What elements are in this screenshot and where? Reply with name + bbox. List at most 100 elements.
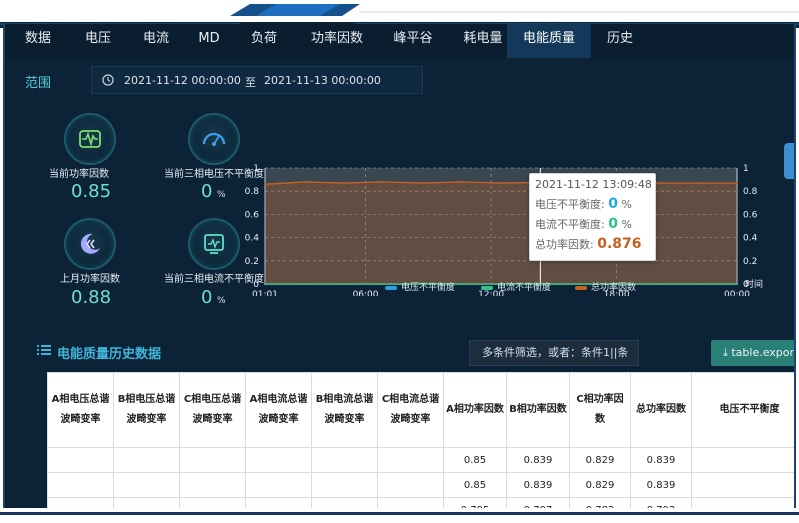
data-point <box>421 182 424 185</box>
data-point <box>657 182 660 185</box>
data-point <box>736 182 738 185</box>
tooltip-time: 2021-11-12 13:09:48 <box>535 178 652 191</box>
column-header[interactable]: B相电流总谐波畸变率 <box>311 372 378 448</box>
data-point <box>500 182 502 185</box>
metric-value-last-month-pf: 0.88 <box>71 287 112 308</box>
tooltip-label: 电压不平衡度: <box>535 198 605 211</box>
tooltip-label: 电流不平衡度: <box>535 218 605 231</box>
nav-item-power-quality[interactable]: 电能质量 <box>507 24 591 58</box>
table-cell <box>311 472 378 498</box>
x-tick-label: 00:00 <box>724 290 750 296</box>
nav-item-load[interactable]: 负荷 <box>241 24 287 58</box>
column-header[interactable]: A相电流总谐波畸变率 <box>245 372 312 448</box>
x-tick-label: 01:01 <box>252 290 278 296</box>
data-point <box>303 180 306 183</box>
y-tick-label-right: 0.6 <box>743 210 758 220</box>
range-separator: 至 <box>245 76 256 89</box>
date-range-picker[interactable]: 2021-11-12 00:00:00 至 2021-11-13 00:00:0… <box>91 66 423 94</box>
list-icon <box>37 345 51 355</box>
tooltip-row-voltage: 电压不平衡度: 0 % <box>535 196 632 212</box>
range-end: 2021-11-13 00:00:00 <box>264 74 381 87</box>
metric-icon-current-pf <box>64 113 116 165</box>
tooltip-label: 总功率因数: <box>535 238 594 251</box>
legend-item-voltage-unbalance[interactable]: 电压不平衡度 <box>385 280 455 293</box>
app-frame: 数据 电压 电流 MD 负荷 功率因数 峰平谷 耗电量 电能质量 历史 范围 2… <box>3 24 796 523</box>
table-row[interactable]: 0.85 0.839 0.829 0.839 <box>47 472 794 498</box>
x-tick-label: 06:00 <box>353 290 379 296</box>
tooltip-row-current: 电流不平衡度: 0 % <box>535 216 632 232</box>
filter-input[interactable]: 多条件筛选，或者：条件1||条 <box>469 340 639 366</box>
monitor-icon <box>204 234 224 254</box>
metric-icon-last-month-pf <box>64 218 116 270</box>
nav-item-md[interactable]: MD <box>189 24 229 58</box>
metric-label-last-month-pf: 上月功率因数 <box>60 274 120 285</box>
table-cell: 0.839 <box>630 472 692 498</box>
nav-item-history[interactable]: 历史 <box>597 24 643 58</box>
table-cell: 0.839 <box>506 472 570 498</box>
table-header-row: A相电压总谐波畸变率 B相电压总谐波畸变率 C相电压总谐波畸变率 A相电流总谐波… <box>47 372 794 448</box>
tooltip-value: 0.876 <box>597 236 642 252</box>
column-header[interactable]: B相电压总谐波畸变率 <box>113 372 180 448</box>
chart-tooltip: 2021-11-12 13:09:48 电压不平衡度: 0 % 电流不平衡度: … <box>529 173 656 261</box>
series-area-total-pf <box>265 181 737 284</box>
table-cell <box>47 472 114 498</box>
history-table: A相电压总谐波畸变率 B相电压总谐波畸变率 C相电压总谐波畸变率 A相电流总谐波… <box>47 372 794 523</box>
nav-item-data[interactable]: 数据 <box>15 24 61 58</box>
column-header[interactable]: 电压不平衡度 <box>691 372 794 448</box>
table-cell: 0.839 <box>630 447 692 473</box>
metric-unit-current-unbalance: % <box>217 296 226 306</box>
table-cell <box>377 472 444 498</box>
table-cell <box>245 472 312 498</box>
tooltip-unit: % <box>621 198 632 211</box>
table-cell <box>377 447 444 473</box>
nav-item-voltage[interactable]: 电压 <box>75 24 121 58</box>
data-point <box>264 183 266 186</box>
side-drawer-tab[interactable] <box>784 143 794 179</box>
metric-value-voltage-unbalance: 0 <box>201 181 213 202</box>
export-label: table.export <box>731 346 796 359</box>
column-header[interactable]: 总功率因数 <box>630 372 692 448</box>
nav-item-consumption[interactable]: 耗电量 <box>451 24 515 58</box>
y-tick-label-right: 0.2 <box>743 257 757 267</box>
legend-label: 电压不平衡度 <box>401 283 456 293</box>
page-bottom <box>0 508 799 523</box>
bottom-decoration <box>0 512 799 515</box>
nav-item-peak-valley[interactable]: 峰平谷 <box>381 24 445 58</box>
range-start: 2021-11-12 00:00:00 <box>124 74 241 87</box>
column-header[interactable]: A相功率因数 <box>443 372 507 448</box>
metric-value-current-unbalance: 0 <box>201 287 213 308</box>
tooltip-value: 0 <box>608 196 618 212</box>
data-point <box>342 182 345 185</box>
data-point <box>696 182 699 185</box>
table-cell <box>311 447 378 473</box>
table-cell <box>179 447 246 473</box>
history-title: 电能质量历史数据 <box>57 347 162 362</box>
metric-icon-voltage-unbalance <box>188 113 240 165</box>
table-cell: 0.829 <box>569 447 631 473</box>
legend-item-total-pf[interactable]: 总功率因数 <box>575 280 636 293</box>
y-tick-label-right: 0.8 <box>743 187 758 197</box>
column-header[interactable]: C相电压总谐波畸变率 <box>179 372 246 448</box>
tooltip-unit: % <box>621 218 632 231</box>
metric-label-current-pf: 当前功率因数 <box>49 169 109 180</box>
legend-swatch <box>575 285 587 290</box>
table-cell: 0.829 <box>569 472 631 498</box>
table-row[interactable]: 0.85 0.839 0.829 0.839 <box>47 447 794 473</box>
legend-item-current-unbalance[interactable]: 电流不平衡度 <box>481 280 551 293</box>
column-header[interactable]: A相电压总谐波畸变率 <box>47 372 114 448</box>
y-tick-label-left: 0.2 <box>245 257 259 267</box>
nav-item-current[interactable]: 电流 <box>133 24 179 58</box>
column-header[interactable]: C相电流总谐波畸变率 <box>377 372 444 448</box>
clock-icon <box>102 74 114 86</box>
y-tick-label-left: 0.4 <box>245 234 260 244</box>
column-header[interactable]: B相功率因数 <box>506 372 570 448</box>
legend-swatch <box>481 285 493 290</box>
table-cell: 0.85 <box>443 447 507 473</box>
power-quality-chart: 0 00.2 0.20.4 0.40.6 0.60.8 0.81 101:01 06:00 12… <box>245 164 763 296</box>
column-header[interactable]: C相功率因数 <box>569 372 631 448</box>
export-button[interactable]: ⤓ table.export <box>711 340 796 366</box>
metric-icon-current-unbalance <box>188 218 240 270</box>
table-cell <box>691 447 794 473</box>
gauge-icon <box>202 132 226 146</box>
nav-item-power-factor[interactable]: 功率因数 <box>297 24 377 58</box>
